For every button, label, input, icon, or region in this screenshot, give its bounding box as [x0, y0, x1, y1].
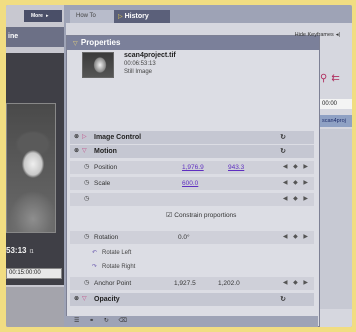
image-control-row[interactable]: ⊛ ▷ Image Control ↻ — [70, 131, 314, 144]
collapse-triangle-icon[interactable]: ▽ — [73, 41, 78, 47]
footer-delete-icon[interactable]: ⌫ — [118, 318, 126, 324]
hide-keyframes-button[interactable]: Hide Keyframes ◂| — [293, 32, 340, 38]
more-arrow-icon: ▸ — [45, 13, 49, 19]
monitor-preview-image — [6, 103, 56, 233]
stopwatch-icon[interactable]: ◷ — [84, 177, 89, 190]
clip-name: scan4project.tif — [124, 52, 176, 59]
stopwatch-icon[interactable]: ◷ — [84, 193, 89, 206]
more-tab-label: More — [31, 13, 43, 19]
tab-history[interactable]: ▷ History — [114, 10, 170, 23]
zoom-out-icon[interactable]: ⇇ — [331, 73, 339, 84]
clip-duration: 00:06:53:13 — [124, 61, 156, 67]
properties-footer: ☰ ⚭ ↻ ⌫ — [66, 316, 318, 327]
rotation-row: ◷ Rotation 0.0° ◀ ◆ ▶ — [70, 231, 314, 244]
anchor-point-label: Anchor Point — [94, 280, 132, 287]
timeline-clip[interactable]: scan4proj — [320, 115, 352, 127]
scale-label: Scale — [94, 180, 111, 187]
rotate-left-label: Rotate Left — [102, 250, 132, 256]
properties-title-bar[interactable]: ▽ Properties — [67, 36, 319, 50]
history-arrow-icon: ▷ — [118, 14, 123, 20]
properties-title: Properties — [80, 38, 121, 47]
checkmark-icon: ☑ — [166, 212, 173, 219]
monitor-controls — [6, 287, 64, 327]
scale-row: ◷ Scale 600.0 ◀ ◆ ▶ — [70, 177, 314, 190]
anchor-x-value[interactable]: 1,927.5 — [174, 277, 196, 290]
effect-toggle-icon[interactable]: ⊛ — [74, 145, 79, 158]
keyframe-navigator[interactable]: ◀ ◆ ▶ — [283, 193, 310, 206]
footer-menu-icon[interactable]: ☰ — [74, 318, 79, 324]
image-control-label: Image Control — [94, 134, 142, 141]
constrain-checkbox[interactable]: ☑ Constrain proportions — [166, 209, 236, 222]
hide-keyframes-icon: ◂| — [335, 32, 340, 38]
rotate-left-icon: ↶ — [92, 250, 98, 256]
keyframe-navigator[interactable]: ◀ ◆ ▶ — [283, 161, 310, 174]
position-label: Position — [94, 164, 118, 171]
collapse-triangle-icon[interactable]: ▽ — [82, 145, 87, 158]
keyframe-navigator[interactable]: ◀ ◆ ▶ — [283, 231, 310, 244]
monitor-window: More ▸ ine 53:13 I1 00:15:00:00 — [6, 5, 64, 327]
footer-refresh-icon[interactable]: ↻ — [104, 318, 109, 324]
opacity-label: Opacity — [94, 296, 120, 303]
clip-thumbnail — [82, 52, 114, 78]
motion-row[interactable]: ⊛ ▽ Motion ↻ — [70, 145, 314, 158]
rotate-left-button[interactable]: ↶ Rotate Left — [70, 247, 314, 259]
footer-link-icon[interactable]: ⚭ — [89, 318, 94, 324]
monitor-timecode-value: 53:13 — [6, 246, 27, 255]
image-control-reset-icon[interactable]: ↻ — [280, 131, 286, 144]
opacity-reset-icon[interactable]: ↻ — [280, 293, 286, 306]
constrain-label: Constrain proportions — [174, 212, 237, 219]
monitor-title: ine — [6, 27, 64, 47]
motion-reset-icon[interactable]: ↻ — [280, 145, 286, 158]
keyframe-navigator[interactable]: ◀ ◆ ▶ — [283, 277, 310, 290]
scale-slider-row: ◷ ◀ ◆ ▶ — [70, 193, 314, 206]
stopwatch-icon[interactable]: ◷ — [84, 231, 89, 244]
position-y-value[interactable]: 943.3 — [228, 161, 244, 174]
motion-label: Motion — [94, 148, 117, 155]
keyframe-navigator[interactable]: ◀ ◆ ▶ — [283, 177, 310, 190]
clip-type: Still Image — [124, 69, 153, 75]
rotate-right-icon: ↷ — [92, 264, 98, 270]
stopwatch-icon[interactable]: ◷ — [84, 277, 89, 290]
scale-value[interactable]: 600.0 — [182, 177, 198, 190]
hide-keyframes-label: Hide Keyframes — [294, 32, 334, 38]
duration-timecode-field[interactable]: 00:15:00:00 — [6, 268, 62, 279]
opacity-row[interactable]: ⊛ ▽ Opacity ↻ — [70, 293, 314, 306]
rotation-value[interactable]: 0.0° — [178, 231, 190, 244]
monitor-timecode-mark: I1 — [29, 249, 34, 255]
constrain-row: ☑ Constrain proportions — [70, 209, 314, 222]
zoom-icon[interactable]: ⚲ — [320, 73, 327, 84]
rotate-right-button[interactable]: ↷ Rotate Right — [70, 261, 314, 273]
rotation-label: Rotation — [94, 234, 119, 241]
monitor-timecode: 53:13 I1 — [6, 245, 64, 257]
timeline-zoom-controls: ⚲ ⇇ — [320, 73, 344, 84]
app-screen: More ▸ ine 53:13 I1 00:15:00:00 How To ▷ Hi… — [6, 5, 352, 327]
expand-triangle-icon[interactable]: ▷ — [82, 131, 87, 144]
timeline-track[interactable] — [320, 129, 352, 309]
position-x-value[interactable]: 1,976.9 — [182, 161, 204, 174]
properties-window: How To ▷ History ▽ Properties Hide Keyfra… — [66, 5, 352, 327]
stopwatch-icon[interactable]: ◷ — [84, 161, 89, 174]
timeline-timecode: 00:00 — [320, 99, 352, 109]
tab-bar: How To ▷ History — [66, 5, 352, 23]
effect-toggle-icon[interactable]: ⊛ — [74, 293, 79, 306]
anchor-point-row: ◷ Anchor Point 1,927.5 1,202.0 ◀ ◆ ▶ — [70, 277, 314, 290]
collapse-triangle-icon[interactable]: ▽ — [82, 293, 87, 306]
tab-history-label: History — [124, 13, 149, 20]
rotate-right-label: Rotate Right — [102, 264, 136, 270]
tab-how-to[interactable]: How To — [70, 10, 114, 23]
more-tab[interactable]: More ▸ — [24, 10, 62, 22]
position-row: ◷ Position 1,976.9 943.3 ◀ ◆ ▶ — [70, 161, 314, 174]
anchor-y-value[interactable]: 1,202.0 — [218, 277, 240, 290]
effect-toggle-icon[interactable]: ⊛ — [74, 131, 79, 144]
